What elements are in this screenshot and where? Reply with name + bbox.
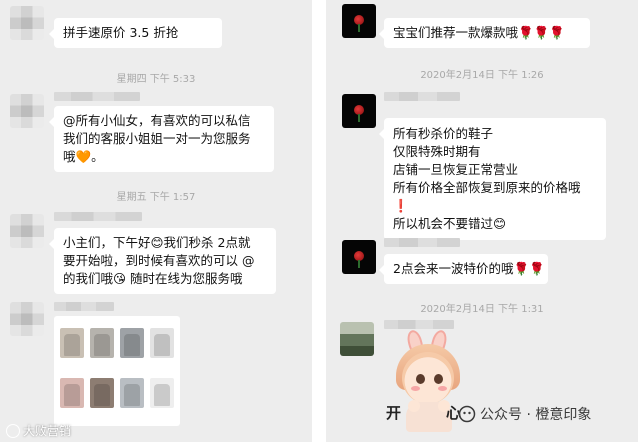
message-text-line: 小主们，下午好😊我们秒杀 2点就 xyxy=(63,235,251,250)
sticker-blush xyxy=(438,386,447,391)
message-text-line: 拼手速原价 3.5 折抢 xyxy=(63,25,179,40)
sender-name xyxy=(384,92,460,101)
avatar[interactable] xyxy=(340,322,374,356)
avatar[interactable] xyxy=(10,302,44,336)
timestamp: 2020年2月14日 下午 1:26 xyxy=(420,70,544,81)
message-text-line: 要开始啦，到时候有喜欢的可以 @ xyxy=(63,253,255,268)
sticker-eye xyxy=(416,374,425,384)
watermark-right-text: 公众号 · 橙意印象 xyxy=(480,407,592,423)
watermark-left: 大败营销 xyxy=(6,422,71,439)
image-message[interactable] xyxy=(54,316,180,426)
message-bubble[interactable]: @所有小仙女，有喜欢的可以私信 我们的客服小姐姐一对一为您服务 哦🧡。 xyxy=(49,106,274,172)
sticker-text-left: 开 xyxy=(386,404,402,422)
timestamp: 2020年2月14日 下午 1:31 xyxy=(420,304,544,315)
message-text-line: 2点会来一波特价的哦🌹🌹 xyxy=(393,261,545,276)
message-bubble[interactable]: 2点会来一波特价的哦🌹🌹 xyxy=(379,254,548,284)
message-bubble[interactable]: 拼手速原价 3.5 折抢 xyxy=(49,18,222,48)
message-text-line: 的我们哦😘 随时在线为您服务哦 xyxy=(63,271,243,286)
product-thumbnail[interactable] xyxy=(60,378,84,408)
watermark-left-text: 大败营销 xyxy=(23,424,72,438)
message-text-line: 仅限特殊时期有 xyxy=(393,144,481,159)
sender-name xyxy=(54,302,114,311)
timestamp: 星期四 下午 5:33 xyxy=(116,74,196,85)
watermark-right: 公众号 · 橙意印象 xyxy=(458,404,591,424)
sender-name xyxy=(54,212,142,221)
message-text-line: 我们的客服小姐姐一对一为您服务 xyxy=(63,131,251,146)
product-thumbnail[interactable] xyxy=(150,378,174,408)
message-bubble[interactable]: 小主们，下午好😊我们秒杀 2点就 要开始啦，到时候有喜欢的可以 @ 的我们哦😘 … xyxy=(49,228,276,294)
avatar[interactable] xyxy=(10,214,44,248)
sender-name xyxy=(384,320,454,329)
message-text-line: ❗ xyxy=(393,198,409,213)
chat-panel-left: 拼手速原价 3.5 折抢 星期四 下午 5:33 @所有小仙女，有喜欢的可以私信… xyxy=(0,0,312,442)
message-text-line: 店铺一旦恢复正常营业 xyxy=(393,162,519,177)
sticker-face xyxy=(402,352,454,404)
avatar[interactable] xyxy=(342,240,376,274)
timestamp: 星期五 下午 1:57 xyxy=(116,192,196,203)
avatar[interactable] xyxy=(10,6,44,40)
message-text-line: 所以机会不要错过😊 xyxy=(393,216,507,231)
avatar[interactable] xyxy=(342,4,376,38)
avatar[interactable] xyxy=(342,94,376,128)
avatar[interactable] xyxy=(10,94,44,128)
message-text-line: 哦🧡。 xyxy=(63,149,104,164)
watermark-logo-icon xyxy=(6,423,20,438)
product-thumbnail[interactable] xyxy=(120,328,144,358)
message-bubble[interactable]: 所有秒杀价的鞋子 仅限特殊时期有 店铺一旦恢复正常营业 所有价格全部恢复到原来的… xyxy=(379,118,606,240)
sticker-eye xyxy=(434,374,443,384)
message-bubble[interactable]: 宝宝们推荐一款爆款哦🌹🌹🌹 xyxy=(379,18,590,48)
product-thumbnail[interactable] xyxy=(90,328,114,358)
message-text-line: 所有价格全部恢复到原来的价格哦 xyxy=(393,180,581,195)
sender-name xyxy=(384,238,460,247)
sticker-hand xyxy=(408,400,420,412)
message-text-line: @所有小仙女，有喜欢的可以私信 xyxy=(63,113,251,128)
chat-panel-right: 宝宝们推荐一款爆款哦🌹🌹🌹 2020年2月14日 下午 1:26 所有秒杀价的鞋… xyxy=(326,0,638,442)
sticker-blush xyxy=(411,386,420,391)
product-thumbnail[interactable] xyxy=(60,328,84,358)
message-text-line: 宝宝们推荐一款爆款哦🌹🌹🌹 xyxy=(393,25,565,40)
product-thumbnail[interactable] xyxy=(90,378,114,408)
product-thumbnail[interactable] xyxy=(150,328,174,358)
product-thumbnail[interactable] xyxy=(120,378,144,408)
wechat-official-account-icon xyxy=(458,405,476,423)
sender-name xyxy=(54,92,140,101)
message-text-line: 所有秒杀价的鞋子 xyxy=(393,126,494,141)
